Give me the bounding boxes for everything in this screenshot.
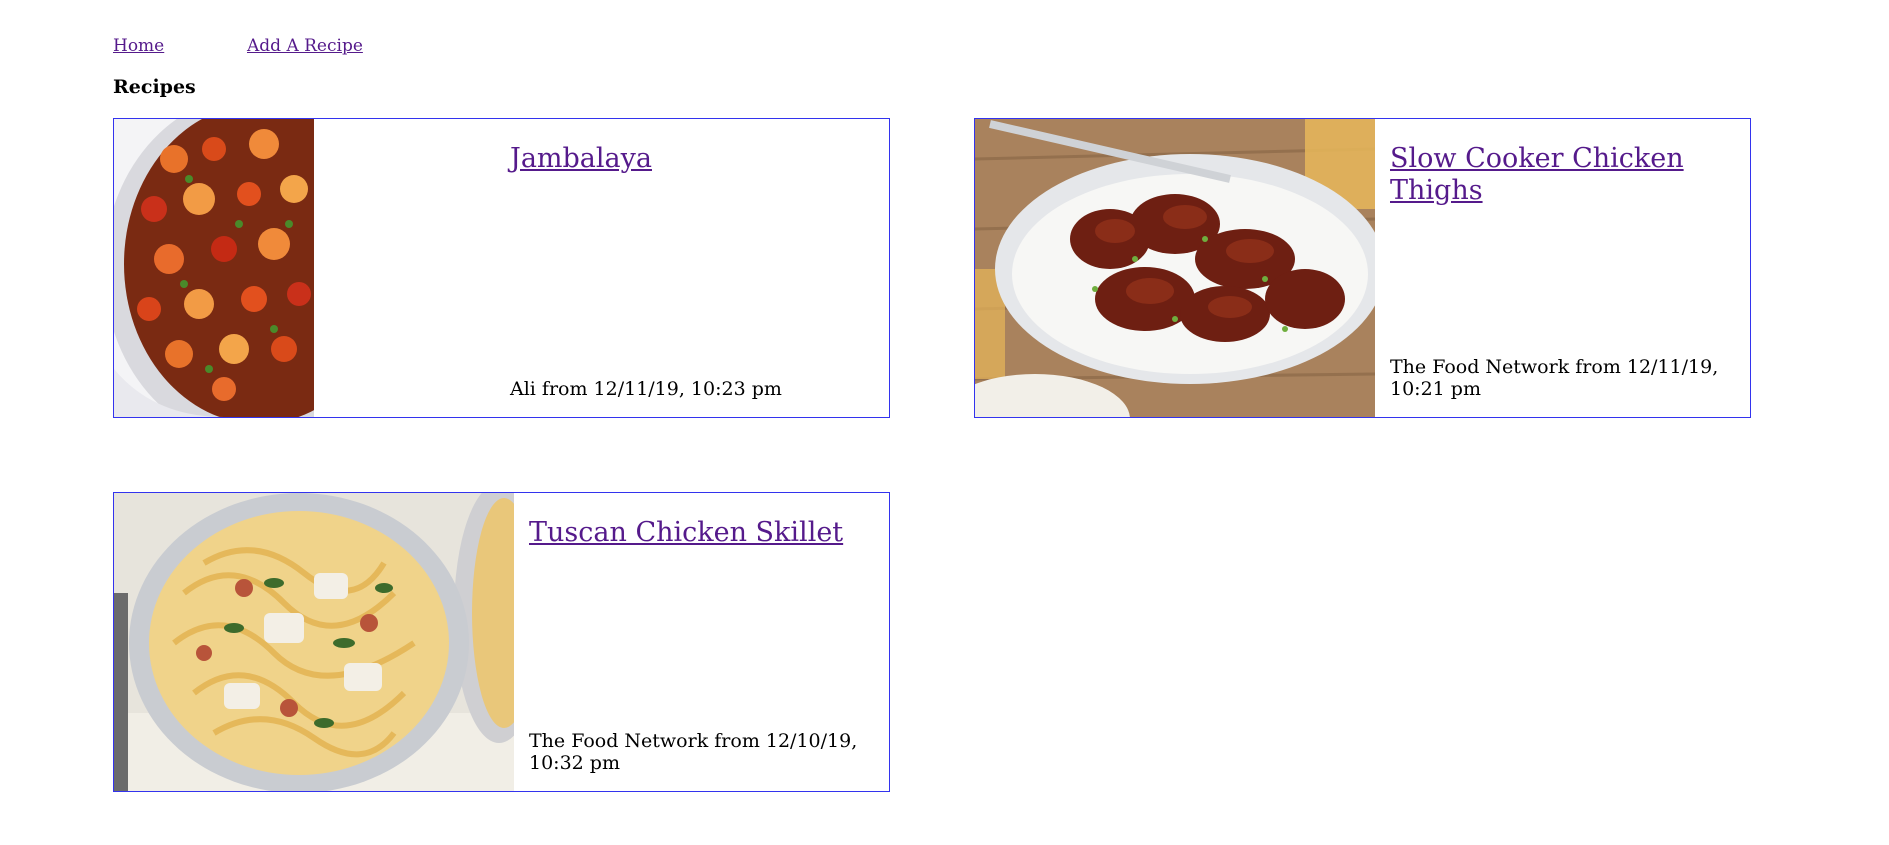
recipe-card-slow-cooker-chicken-thighs: Slow Cooker Chicken Thighs The Food Netw… — [974, 118, 1751, 418]
recipe-meta: Ali from 12/11/19, 10:23 pm — [510, 378, 782, 400]
recipe-meta: The Food Network from 12/11/19, 10:21 pm — [1390, 356, 1719, 400]
page-heading: Recipes — [113, 76, 196, 98]
recipe-meta: The Food Network from 12/10/19, 10:32 pm — [529, 730, 858, 774]
recipe-image-tuscan-chicken-skillet — [114, 493, 514, 791]
recipe-title-link[interactable]: Slow Cooker Chicken Thighs — [1390, 143, 1730, 207]
recipe-card-jambalaya: Jambalaya Ali from 12/11/19, 10:23 pm — [113, 118, 890, 418]
recipe-title-link[interactable]: Jambalaya — [510, 143, 652, 175]
recipe-image-jambalaya — [114, 119, 314, 417]
recipe-title-link[interactable]: Tuscan Chicken Skillet — [529, 517, 843, 549]
home-link[interactable]: Home — [113, 36, 164, 56]
top-nav: Home Add A Recipe — [113, 36, 363, 56]
recipe-card-tuscan-chicken-skillet: Tuscan Chicken Skillet The Food Network … — [113, 492, 890, 792]
recipe-image-slow-cooker-chicken-thighs — [975, 119, 1375, 417]
add-recipe-link[interactable]: Add A Recipe — [247, 36, 363, 56]
